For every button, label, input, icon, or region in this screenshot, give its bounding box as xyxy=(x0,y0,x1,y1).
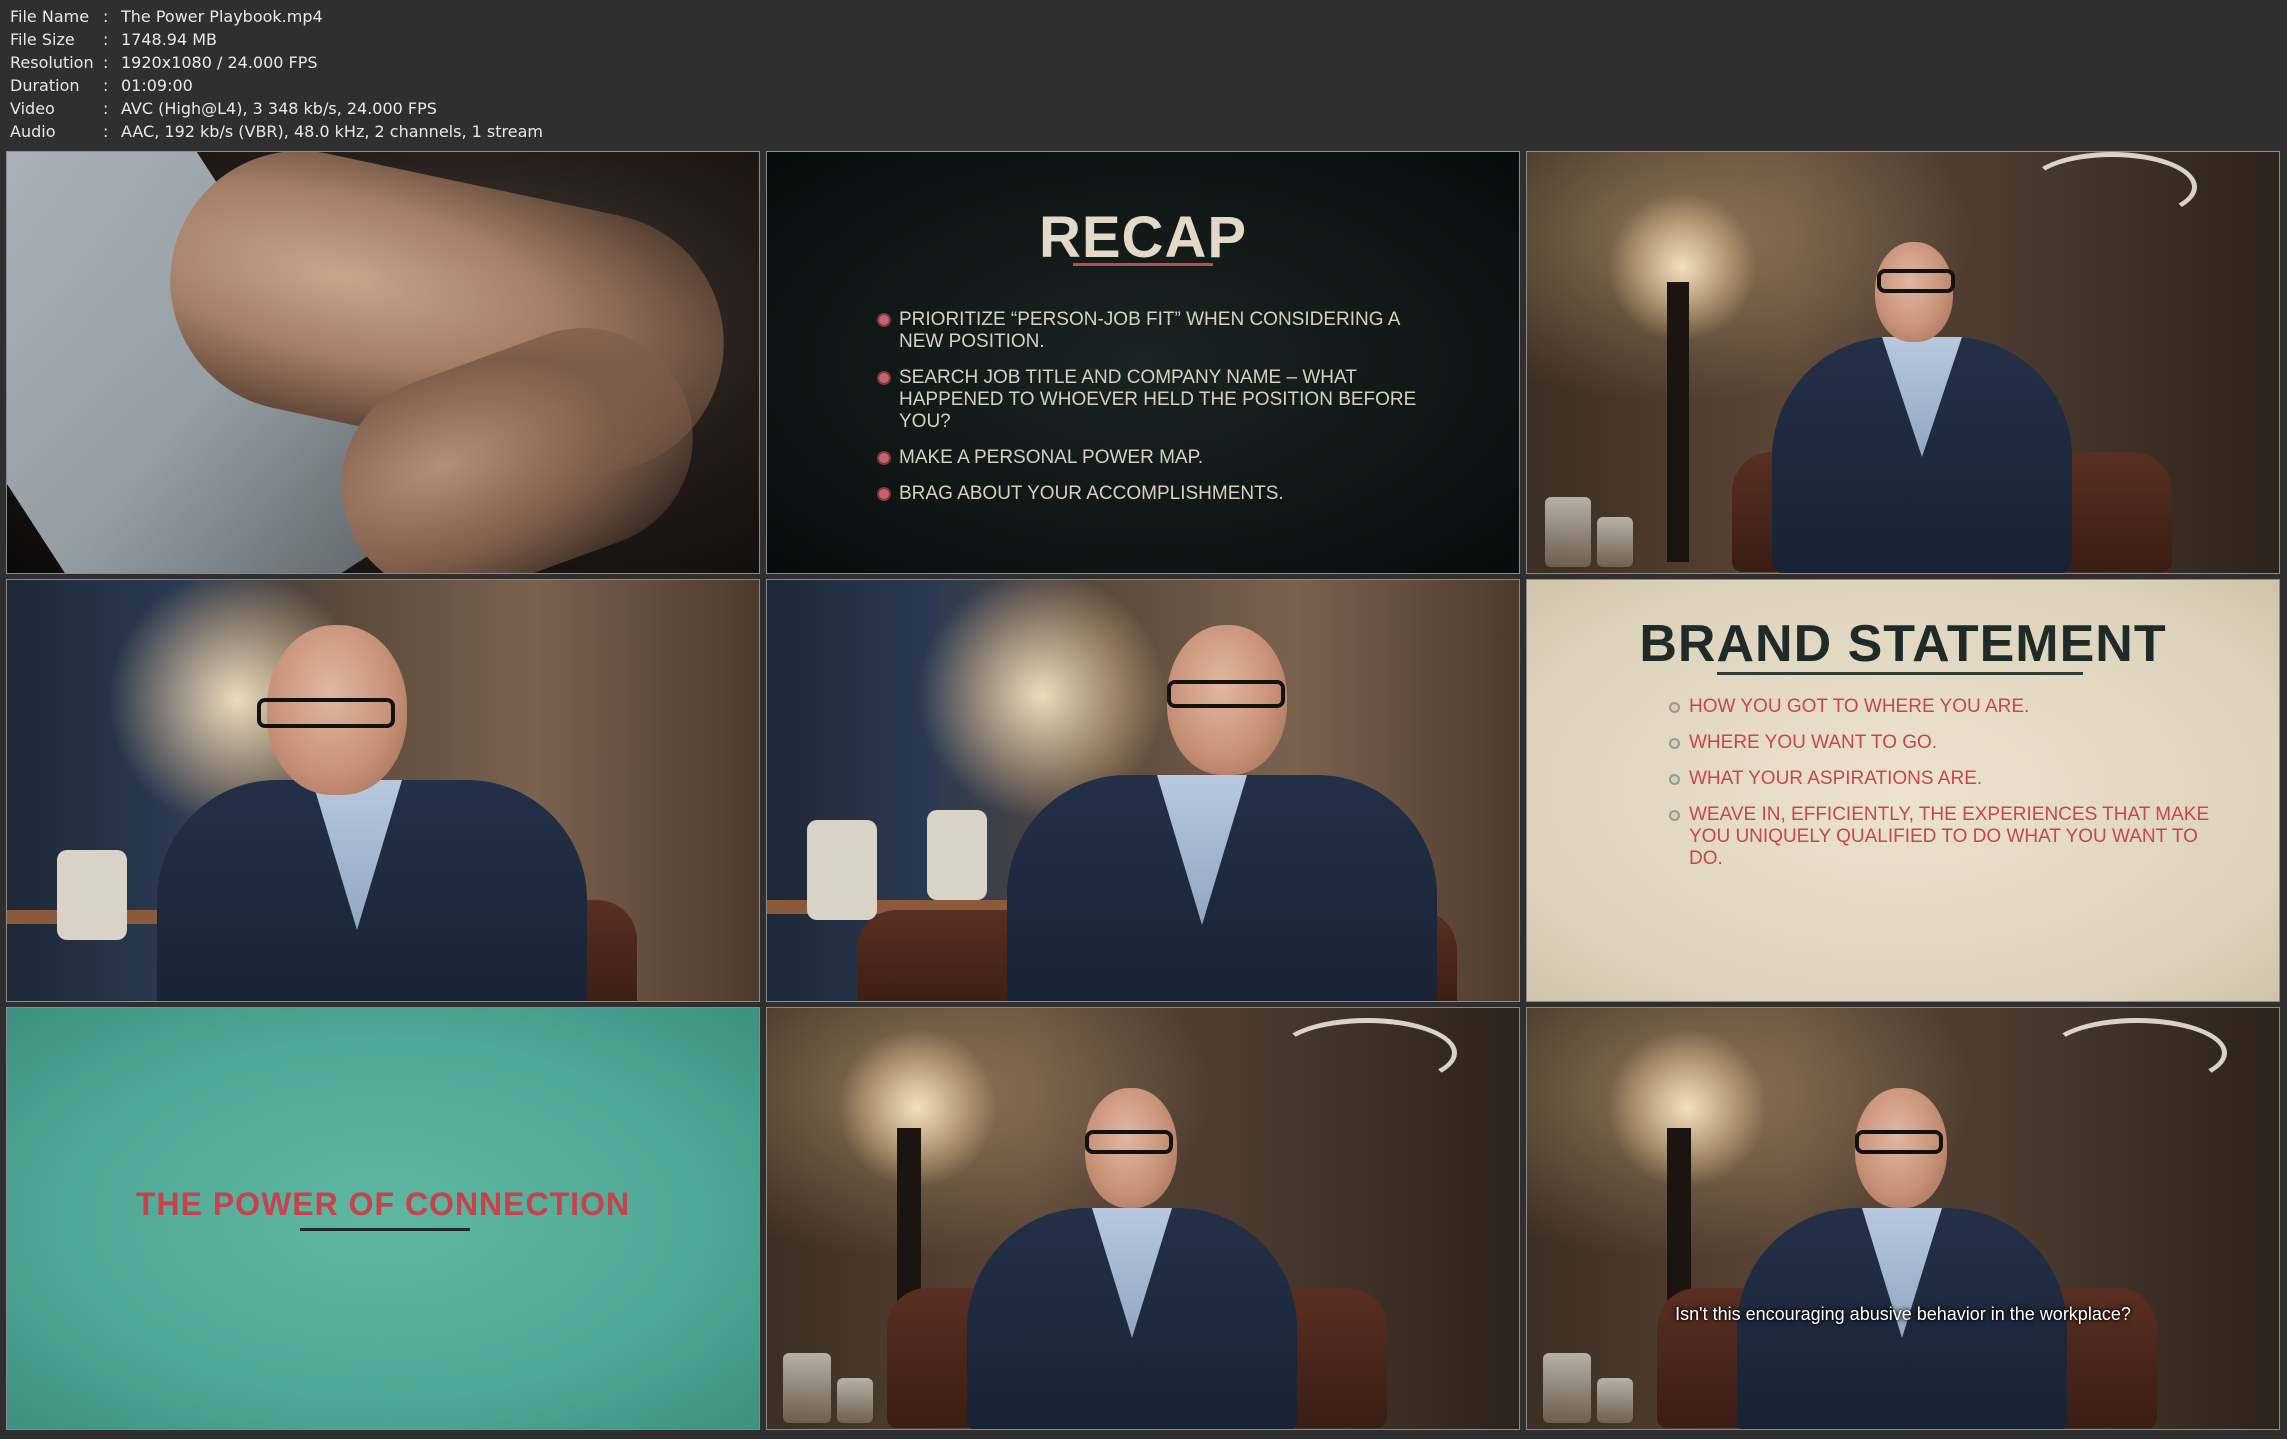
list-item: WHAT YOUR ASPIRATIONS ARE. xyxy=(1669,768,2229,790)
list-item-text: SEARCH JOB TITLE AND COMPANY NAME – WHAT… xyxy=(899,367,1417,432)
list-item-text: WHERE YOU WANT TO GO. xyxy=(1689,732,1938,753)
drink-glass xyxy=(1543,1353,1591,1423)
list-item-text: HOW YOU GOT TO WHERE YOU ARE. xyxy=(1689,696,2030,717)
info-row-file-name: File Name: The Power Playbook.mp4 xyxy=(10,5,543,28)
info-separator: : xyxy=(103,76,109,95)
ceiling-light xyxy=(2047,1018,2227,1088)
list-item: HOW YOU GOT TO WHERE YOU ARE. xyxy=(1669,696,2229,718)
info-value: The Power Playbook.mp4 xyxy=(121,7,323,26)
info-value: 01:09:00 xyxy=(121,76,193,95)
glasses-icon xyxy=(1855,1130,1943,1154)
bullet-icon xyxy=(1669,774,1680,785)
list-item: WHERE YOU WANT TO GO. xyxy=(1669,732,2229,754)
recap-underline xyxy=(1073,263,1213,266)
info-separator: : xyxy=(103,30,109,49)
brand-underline xyxy=(1717,672,2083,675)
info-value: 1748.94 MB xyxy=(121,30,218,49)
drink-glass xyxy=(1597,517,1633,567)
info-row-resolution: Resolution:1920x1080 / 24.000 FPS xyxy=(10,51,543,74)
info-label: Audio xyxy=(10,122,56,141)
thumbnail-interview-3 xyxy=(766,579,1520,1002)
connection-underline xyxy=(300,1228,470,1231)
bullet-icon xyxy=(879,453,889,463)
list-item: PRIORITIZE “PERSON-JOB FIT” WHEN CONSIDE… xyxy=(879,309,1439,353)
info-row-video: Video: AVC (High@L4), 3 348 kb/s, 24.000 … xyxy=(10,97,543,120)
list-item-text: BRAG ABOUT YOUR ACCOMPLISHMENTS. xyxy=(899,483,1284,504)
recap-list: PRIORITIZE “PERSON-JOB FIT” WHEN CONSIDE… xyxy=(879,309,1439,519)
ceiling-light xyxy=(1277,1018,1457,1088)
chair-seat xyxy=(807,820,877,920)
thumbnail-interview-2 xyxy=(6,579,760,1002)
info-separator: : xyxy=(103,99,109,118)
thumbnail-recap-slide: RECAP PRIORITIZE “PERSON-JOB FIT” WHEN C… xyxy=(766,151,1520,574)
subtitle-caption: Isn't this encouraging abusive behavior … xyxy=(1675,1304,2131,1324)
list-item-text: MAKE A PERSONAL POWER MAP. xyxy=(899,447,1204,468)
drink-glass xyxy=(1545,497,1591,567)
thumbnail-grid: RECAP PRIORITIZE “PERSON-JOB FIT” WHEN C… xyxy=(6,151,2280,1430)
glasses-icon xyxy=(1085,1130,1173,1154)
glasses-icon xyxy=(1877,269,1955,293)
info-value: AVC (High@L4), 3 348 kb/s, 24.000 FPS xyxy=(121,99,437,118)
info-separator: : xyxy=(103,53,109,72)
list-item: SEARCH JOB TITLE AND COMPANY NAME – WHAT… xyxy=(879,367,1439,433)
list-item-text: WHAT YOUR ASPIRATIONS ARE. xyxy=(1689,768,1983,789)
info-label: File Size xyxy=(10,30,75,49)
bullet-icon xyxy=(1669,738,1680,749)
glasses-icon xyxy=(1167,680,1285,708)
bullet-icon xyxy=(1669,702,1680,713)
glasses-icon xyxy=(257,698,395,728)
info-row-duration: Duration:01:09:00 xyxy=(10,74,543,97)
bullet-icon xyxy=(1669,810,1680,821)
drink-glass xyxy=(837,1378,873,1423)
ceiling-light xyxy=(2027,152,2197,222)
brand-list: HOW YOU GOT TO WHERE YOU ARE. WHERE YOU … xyxy=(1669,696,2229,884)
bullet-icon xyxy=(879,489,889,499)
list-item-text: WEAVE IN, EFFICIENTLY, THE EXPERIENCES T… xyxy=(1689,804,2210,869)
list-item-text: PRIORITIZE “PERSON-JOB FIT” WHEN CONSIDE… xyxy=(899,309,1400,352)
thumbnail-phone-closeup xyxy=(6,151,760,574)
list-item: WEAVE IN, EFFICIENTLY, THE EXPERIENCES T… xyxy=(1669,804,2229,870)
info-separator: : xyxy=(103,7,109,26)
bullet-icon xyxy=(879,315,889,325)
info-row-audio: Audio: AAC, 192 kb/s (VBR), 48.0 kHz, 2 c… xyxy=(10,120,543,143)
bullet-icon xyxy=(879,373,889,383)
info-row-file-size: File Size:1748.94 MB xyxy=(10,28,543,51)
info-label: Resolution xyxy=(10,53,94,72)
list-item: BRAG ABOUT YOUR ACCOMPLISHMENTS. xyxy=(879,483,1439,505)
info-value: 1920x1080 / 24.000 FPS xyxy=(121,53,318,72)
connection-title: THE POWER OF CONNECTION xyxy=(135,1186,631,1222)
info-value: AAC, 192 kb/s (VBR), 48.0 kHz, 2 channel… xyxy=(121,122,543,141)
drink-glass xyxy=(783,1353,831,1423)
list-item: MAKE A PERSONAL POWER MAP. xyxy=(879,447,1439,469)
info-label: Duration xyxy=(10,76,80,95)
recap-title: RECAP xyxy=(1038,205,1248,270)
brand-title: BRAND STATEMENT xyxy=(1639,615,2167,673)
thumbnail-interview-1 xyxy=(1526,151,2280,574)
thumbnail-brand-statement-slide: BRAND STATEMENT HOW YOU GOT TO WHERE YOU… xyxy=(1526,579,2280,1002)
thumbnail-interview-5: Isn't this encouraging abusive behavior … xyxy=(1526,1007,2280,1430)
lamp-stand xyxy=(1667,282,1689,562)
drink-glass xyxy=(1597,1378,1633,1423)
thumbnail-power-of-connection: THE POWER OF CONNECTION xyxy=(6,1007,760,1430)
chair-seat xyxy=(57,850,127,940)
media-info: File Name: The Power Playbook.mp4 File Si… xyxy=(10,5,543,143)
thumbnail-interview-4 xyxy=(766,1007,1520,1430)
info-separator: : xyxy=(103,122,109,141)
chair-seat xyxy=(927,810,987,900)
info-label: File Name xyxy=(10,7,90,26)
info-label: Video xyxy=(10,99,55,118)
